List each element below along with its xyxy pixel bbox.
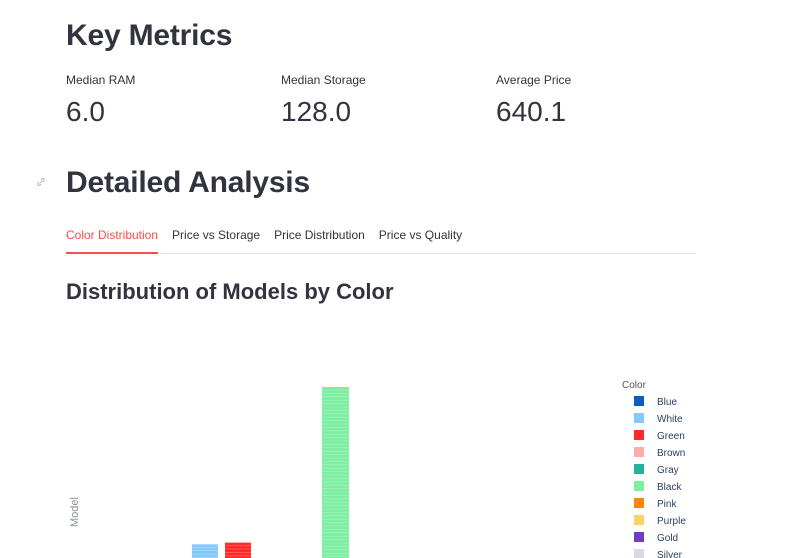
legend-swatch-blue[interactable]	[634, 396, 644, 406]
legend-swatch-pink[interactable]	[634, 498, 644, 508]
legend-label-brown[interactable]: Brown	[657, 448, 685, 459]
legend-swatch-white[interactable]	[634, 413, 644, 423]
legend-label-gold[interactable]: Gold	[657, 533, 678, 544]
legend-swatch-black[interactable]	[634, 481, 644, 491]
legend-label-silver[interactable]: Silver	[657, 550, 683, 558]
legend-label-purple[interactable]: Purple	[657, 516, 686, 527]
legend-swatch-silver[interactable]	[634, 549, 644, 558]
legend-label-blue[interactable]: Blue	[657, 397, 677, 408]
bar-green[interactable]	[225, 542, 251, 558]
legend-swatch-brown[interactable]	[634, 447, 644, 457]
legend-label-pink[interactable]: Pink	[657, 499, 677, 510]
color-distribution-chart: Model Color Blue White Green Brown Gray Black…	[69, 380, 686, 558]
legend-swatch-green[interactable]	[634, 430, 644, 440]
bar-black[interactable]	[322, 387, 349, 558]
legend-label-gray[interactable]: Gray	[657, 465, 679, 476]
legend-label-white[interactable]: White	[657, 414, 683, 425]
bar-white[interactable]	[192, 544, 218, 558]
legend-title: Color	[622, 380, 647, 391]
legend-swatch-gold[interactable]	[634, 532, 644, 542]
y-axis-label: Model	[69, 497, 81, 527]
legend-swatch-gray[interactable]	[634, 464, 644, 474]
bars-group	[192, 387, 349, 558]
legend-label-black[interactable]: Black	[657, 482, 682, 493]
legend-swatch-purple[interactable]	[634, 515, 644, 525]
legend-label-green[interactable]: Green	[657, 431, 685, 442]
app-page: Key Metrics Median RAM 6.0 Median Storag…	[0, 0, 795, 558]
chart-legend: Blue White Green Brown Gray Black Pink Purple Go…	[634, 396, 686, 558]
